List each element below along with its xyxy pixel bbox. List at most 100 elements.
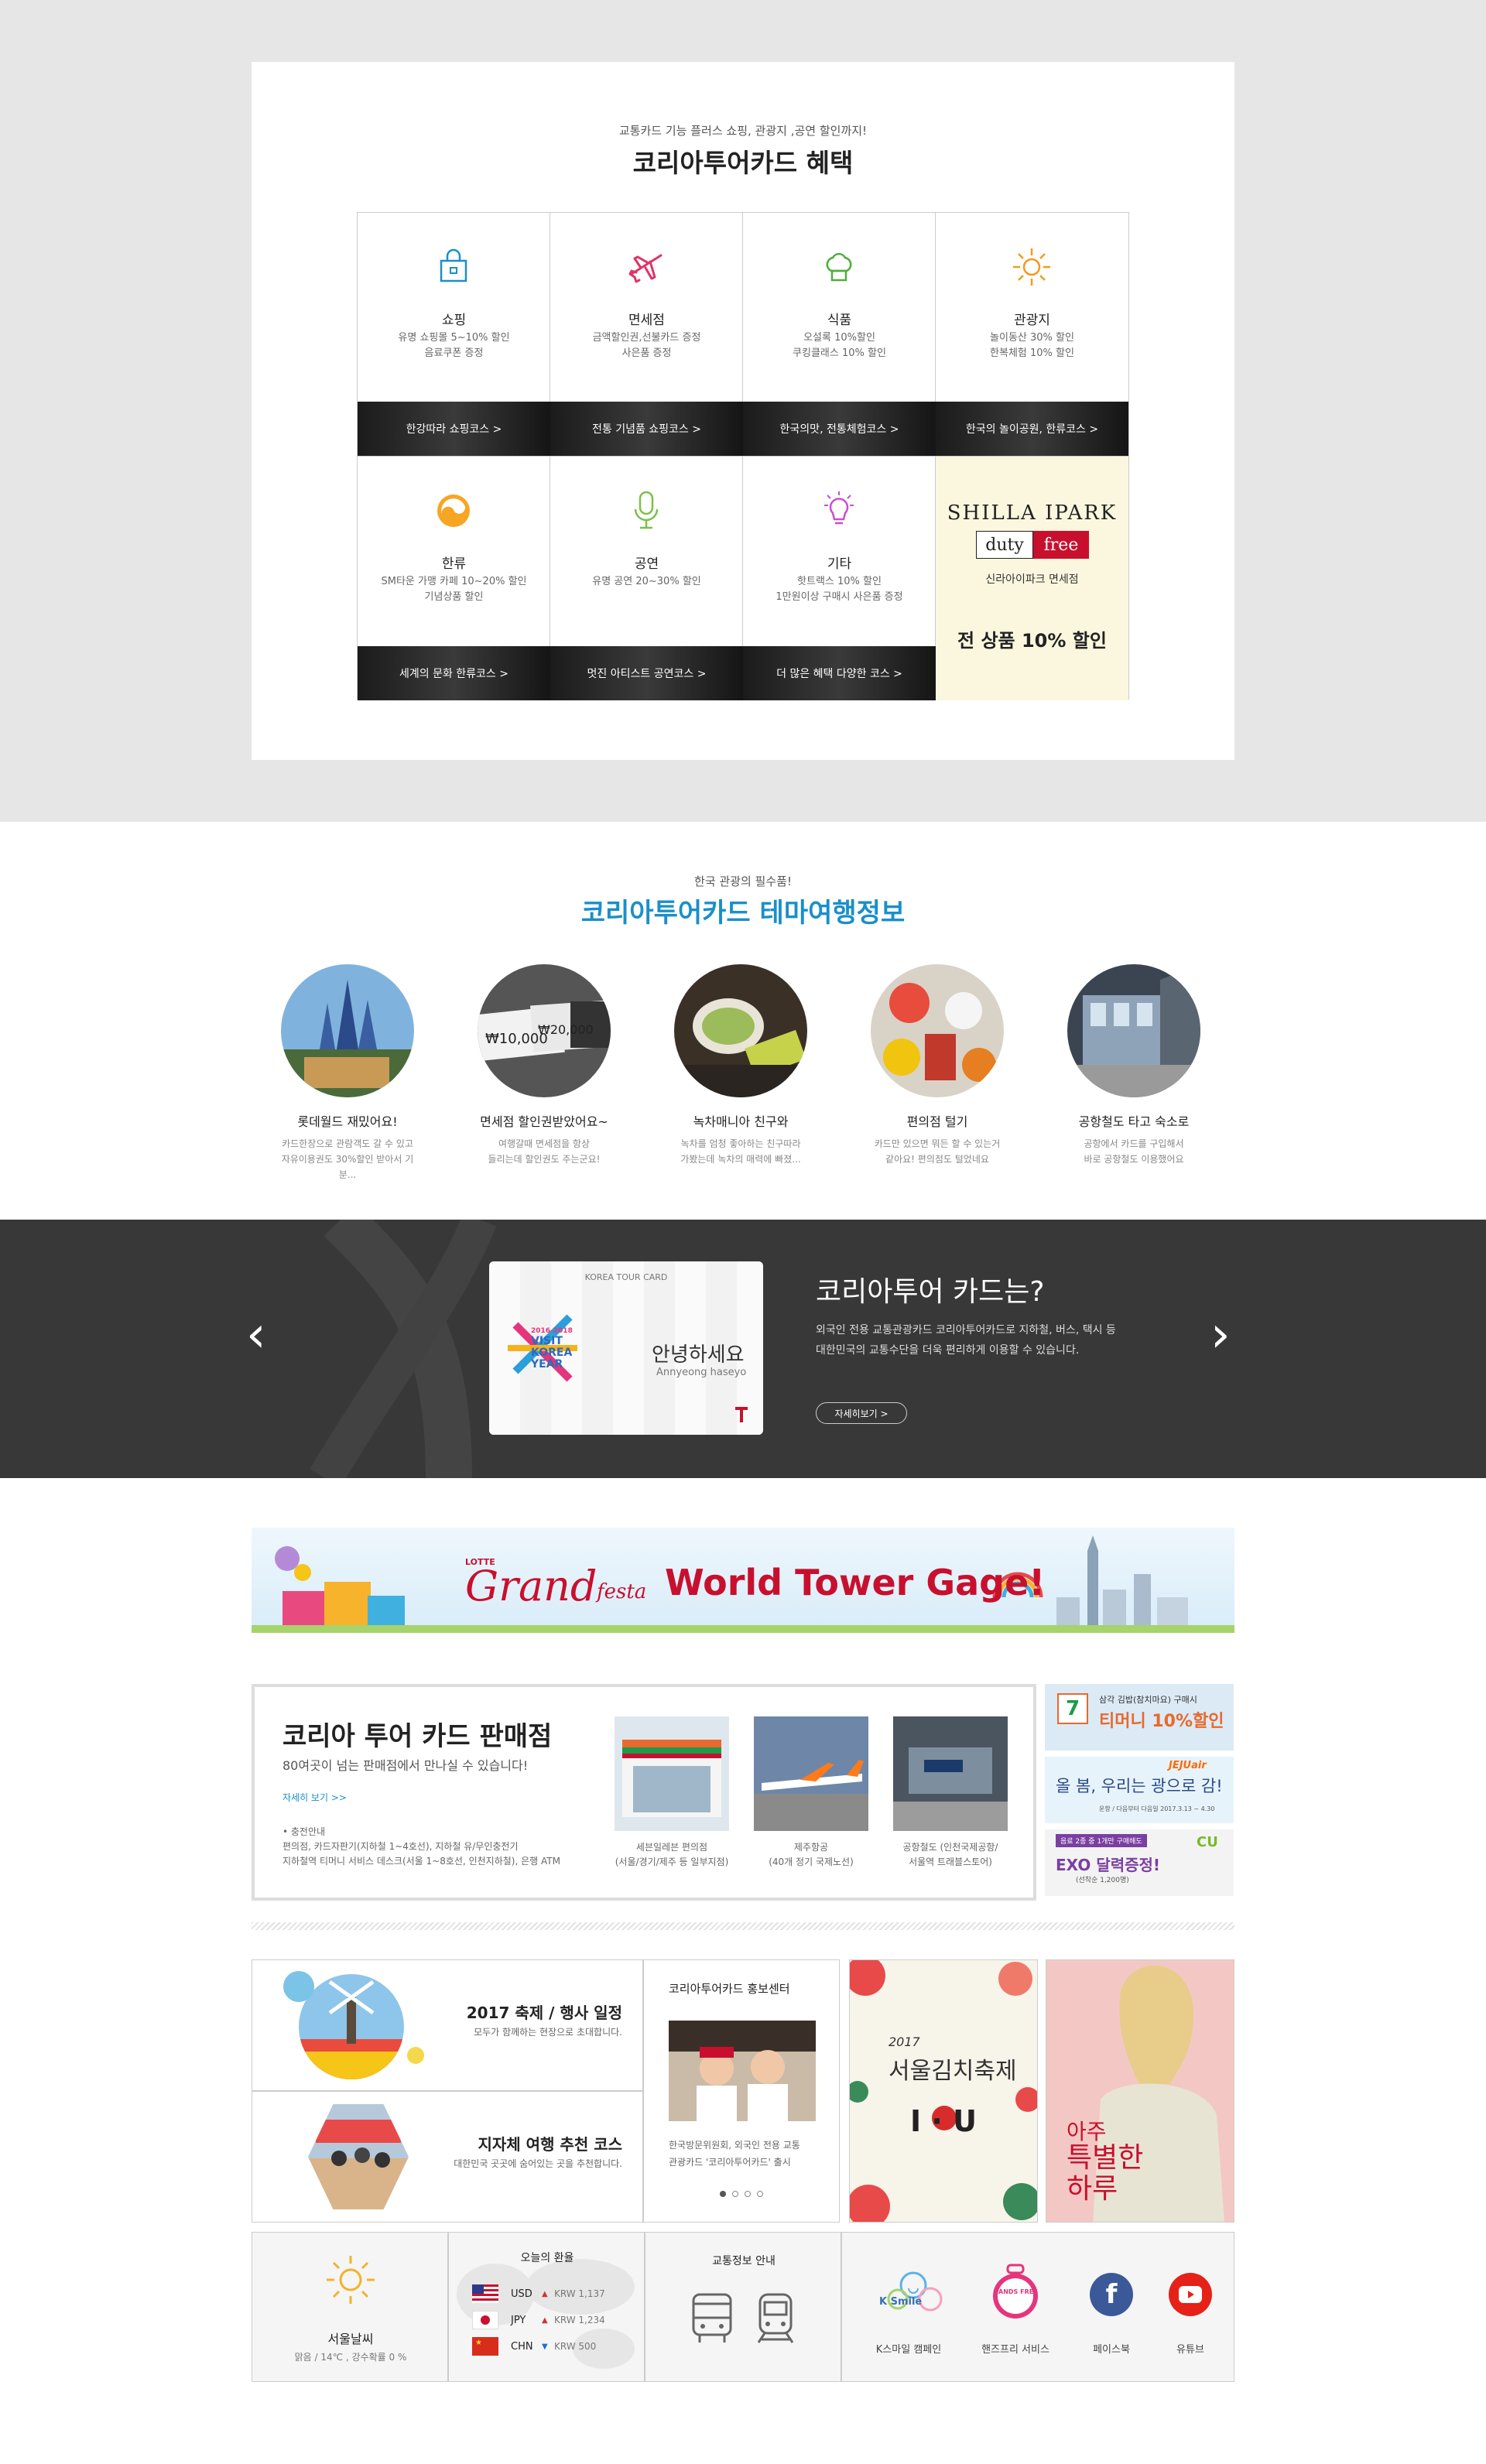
cu-logo: CU	[1197, 1834, 1218, 1850]
lotte-grand-festa-banner[interactable]: LOTTE Grand festa World Tower Gage!	[252, 1528, 1234, 1633]
youtube-icon[interactable]	[1169, 2273, 1212, 2316]
link-label[interactable]: 핸즈프리 서비스	[977, 2341, 1054, 2356]
local-title: 지자체 여행 추천 코스	[478, 2135, 623, 2154]
hands-free-icon[interactable]: HANDS FREE	[991, 2264, 1040, 2321]
poster-flowers	[850, 1960, 1037, 2222]
stores-more-link[interactable]: 자세히 보기 >>	[282, 1791, 347, 1804]
sun-icon	[1007, 242, 1056, 292]
link-label[interactable]: K스마일 캠페인	[870, 2341, 947, 2356]
theme-desc: 여행갈때 면세점을 항상 들리는데 할인권도 주는군요!	[488, 1138, 601, 1165]
theme-name: 롯데월드 재밌어요!	[297, 1114, 398, 1129]
benefit-etc[interactable]: 기타 핫트랙스 10% 할인 1만원이상 구매시 사은품 증정 더 많은 혜택 다…	[743, 457, 936, 700]
airport-railroad-photo	[893, 1716, 1008, 1831]
about-more-button[interactable]: 자세히보기 >	[816, 1402, 907, 1424]
benefit-name: 면세점	[628, 313, 665, 328]
bus-icon	[690, 2291, 734, 2349]
prev-arrow[interactable]: ‹	[246, 1306, 266, 1364]
benefit-name: 쇼핑	[441, 313, 467, 328]
course-link[interactable]: 세계의 문화 한류코스 >	[358, 646, 550, 700]
theme-photo	[1067, 964, 1200, 1097]
local-photo	[308, 2104, 409, 2209]
local-courses[interactable]: 지자체 여행 추천 코스 대한민국 곳곳에 숨어있는 곳을 추천합니다.	[252, 2091, 643, 2223]
local-desc: 대한민국 곳곳에 숨어있는 곳을 추천합니다.	[454, 2158, 622, 2169]
card-header: KOREA TOUR CARD	[584, 1272, 668, 1282]
weather-desc: 맑음 / 14℃ , 강수확률 0 %	[294, 2352, 407, 2363]
transport-info-widget[interactable]: 교통정보 안내	[645, 2232, 841, 2382]
seven-eleven-ad[interactable]: 7 삼각 김밥(참치마요) 구매시 티머니 10%할인	[1045, 1684, 1234, 1750]
tmoney-logo	[734, 1405, 749, 1424]
benefit-name: 식품	[827, 313, 852, 328]
rate-direction: ▼	[542, 2342, 548, 2351]
rate-row: ★ CHN ▼ KRW 500	[472, 2333, 627, 2360]
theme-item[interactable]: 녹차매니아 친구와 녹차를 엄청 좋아하는 친구따라 가봤는데 녹차의 매력에 빠…	[671, 964, 810, 1167]
facebook-icon[interactable]: f	[1090, 2273, 1133, 2316]
deco-dot	[407, 2047, 424, 2064]
benefit-desc: 금액할인권,선불카드 증정 사은품 증정	[592, 332, 701, 359]
benefit-performance[interactable]: 공연 유명 공연 20~30% 할인 멋진 아티스트 공연코스 >	[550, 457, 743, 700]
benefit-name: 공연	[634, 556, 659, 572]
poster-text1: 아주	[1067, 2119, 1107, 2144]
shilla-ipark-ad[interactable]: SHILLA IPARK duty free 신라아이파크 면세점 전 상품 10…	[936, 457, 1128, 700]
theme-item[interactable]: 편의점 털기 카드만 있으면 뭐든 할 수 있는거 같아요! 편의점도 털었네요	[868, 964, 1007, 1167]
page-dot[interactable]	[720, 2191, 726, 2197]
theme-item[interactable]: 공항철도 타고 숙소로 공항에서 카드를 구입해서 바로 공항철도 이용했어요	[1064, 964, 1204, 1167]
airplane-icon	[621, 242, 671, 292]
ksmile-icon[interactable]: K Smile	[875, 2268, 944, 2322]
shopping-bag-icon	[429, 242, 478, 292]
us-flag-icon	[472, 2284, 498, 2303]
benefit-attraction[interactable]: 관광지 놀이동산 30% 할인 한복체험 10% 할인 한국의 놀이공원, 한류코…	[936, 213, 1128, 457]
cu-exo-ad[interactable]: 음료 2종 중 1개만 구매해도 EXO 달력증정! (선착순 1,200명) …	[1045, 1829, 1234, 1896]
promo-center[interactable]: 코리아투어카드 홍보센터 한국방문위원회, 외국인 전용 교통 관광카드 '코리아…	[643, 1959, 840, 2223]
page-dot[interactable]	[745, 2191, 751, 2197]
themes-title: 코리아투어카드 테마여행정보	[580, 898, 906, 929]
theme-name: 공항철도 타고 숙소로	[1078, 1114, 1190, 1129]
course-link[interactable]: 전통 기념품 쇼핑코스 >	[550, 402, 743, 456]
kimchi-festival-poster[interactable]: 2017 서울김치축제 I · U	[849, 1959, 1038, 2223]
course-link[interactable]: 한강따라 쇼핑코스 >	[358, 402, 550, 456]
benefit-shopping[interactable]: 쇼핑 유명 쇼핑몰 5~10% 할인 음료쿠폰 증정 한강따라 쇼핑코스 >	[358, 213, 550, 457]
sun-icon	[324, 2253, 378, 2310]
stores-sub: 80여곳이 넘는 판매점에서 만나실 수 있습니다!	[282, 1758, 529, 1773]
currency: USD	[511, 2288, 532, 2300]
shilla-name: 신라아이파크 면세점	[985, 573, 1079, 586]
promo-title: 코리아투어카드 홍보센터	[669, 1982, 790, 1996]
jeju-air-ad[interactable]: 올 봄, 우리는 광으로 감! JEJUair 운항 / 다음부터 다음일 20…	[1045, 1757, 1234, 1823]
store-caption: 제주항공 (40개 정기 국제노선)	[769, 1842, 854, 1867]
ad-text: 삼각 김밥(참치마요) 구매시	[1099, 1695, 1197, 1705]
sales-stores-box: 코리아 투어 카드 판매점 80여곳이 넘는 판매점에서 만나실 수 있습니다!…	[252, 1684, 1036, 1901]
themes-subtitle: 한국 관광의 필수품!	[694, 874, 792, 888]
benefit-food[interactable]: 식품 오설록 10%할인 쿠킹클래스 10% 할인 한국의맛, 전통체험코스 >	[743, 213, 936, 457]
theme-item[interactable]: 롯데월드 재밌어요! 카드한장으로 관람객도 갈 수 있고 자유이용권도 30%할…	[278, 964, 417, 1182]
benefit-desc: 유명 공연 20~30% 할인	[592, 576, 701, 587]
chef-hat-icon	[814, 242, 864, 292]
course-link[interactable]: 한국의맛, 전통체험코스 >	[743, 402, 936, 456]
promo-pagination[interactable]	[720, 2191, 763, 2197]
theme-photo	[674, 964, 807, 1097]
theme-item[interactable]: ₩10,000 ₩20,000 면세점 할인권받았어요~ 여행갈때 면세점을 항상…	[474, 964, 614, 1167]
course-link[interactable]: 더 많은 혜택 다양한 코스 >	[743, 646, 936, 700]
ad-text: 음료 2종 중 1개만 구매해도	[1056, 1834, 1147, 1847]
lightbulb-icon	[814, 486, 864, 536]
special-day-poster[interactable]: 아주 특별한 하루	[1046, 1959, 1234, 2223]
rate-direction: ▲	[542, 2289, 548, 2298]
theme-desc: 카드한장으로 관람객도 갈 수 있고 자유이용권도 30%할인 받아서 기분...	[281, 1138, 414, 1180]
weather-widget[interactable]: 서울날씨 맑음 / 14℃ , 강수확률 0 %	[252, 2232, 448, 2382]
exchange-rate-widget[interactable]: 오늘의 환율 USD ▲ KRW 1,137 JPY ▲ KRW 1,234 ★…	[448, 2232, 645, 2382]
festival-photo	[299, 1974, 404, 2079]
link-label[interactable]: 유튜브	[1152, 2341, 1229, 2356]
festival-schedule[interactable]: 2017 축제 / 행사 일정 모두가 함께하는 현장으로 초대합니다.	[252, 1959, 643, 2091]
benefits-title: 코리아투어카드 혜택	[632, 148, 854, 178]
link-label[interactable]: 페이스북	[1073, 2341, 1150, 2356]
page-dot[interactable]	[757, 2191, 763, 2197]
benefit-hallyu[interactable]: 한류 SM타운 가맹 카페 10~20% 할인 기념상품 할인 세계의 문화 한류…	[358, 457, 550, 700]
page-dot[interactable]	[732, 2191, 738, 2197]
course-link[interactable]: 한국의 놀이공원, 한류코스 >	[936, 402, 1128, 456]
benefit-dutyfree[interactable]: 면세점 금액할인권,선불카드 증정 사은품 증정 전통 기념품 쇼핑코스 >	[550, 213, 743, 457]
quick-links: K Smile K스마일 캠페인 HANDS FREE 핸즈프리 서비스 f 페…	[841, 2232, 1234, 2382]
poster-iou: I · U	[910, 2104, 977, 2138]
theme-name: 편의점 털기	[906, 1114, 968, 1129]
course-link[interactable]: 멋진 아티스트 공연코스 >	[550, 646, 743, 700]
tour-card-image: KOREA TOUR CARD 2016-2018 VISIT KOREA YEAR …	[489, 1261, 763, 1435]
theme-name: 녹차매니아 친구와	[693, 1114, 789, 1129]
banner-festa: festa	[597, 1580, 647, 1603]
